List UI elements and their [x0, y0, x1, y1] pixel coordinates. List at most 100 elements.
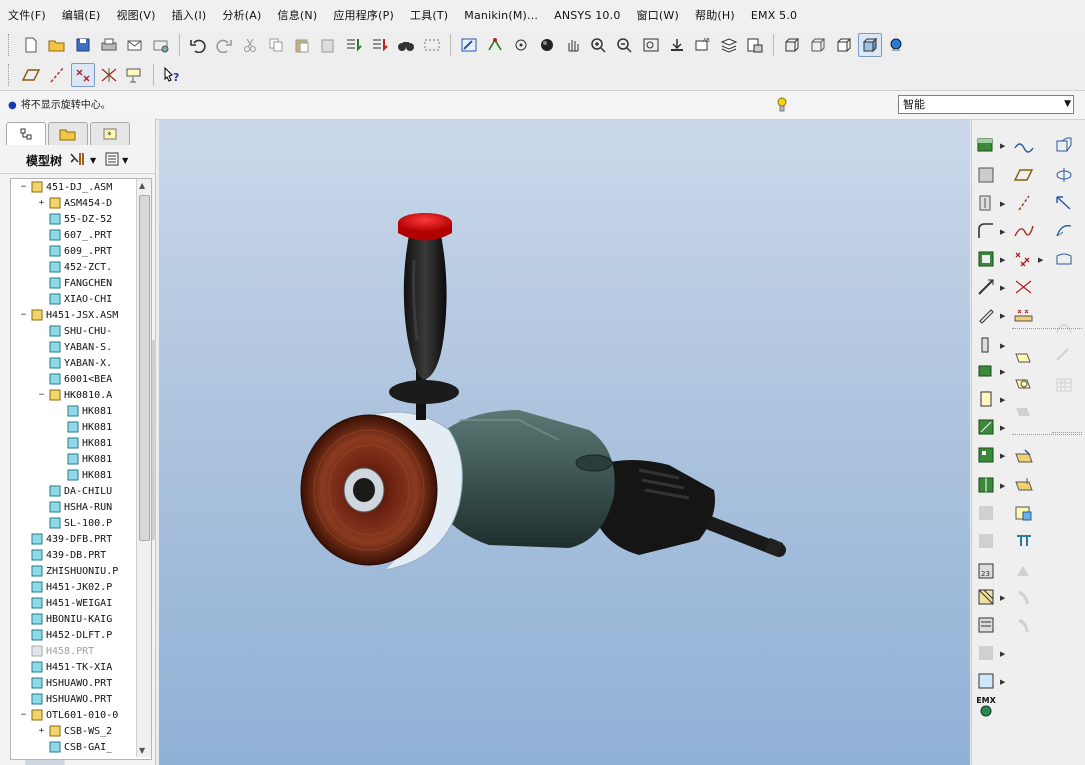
solidify-tool-button[interactable]	[974, 614, 998, 636]
tree-item[interactable]: H451-JK02.P	[11, 579, 135, 595]
tree-item[interactable]: H452-DLFT.P	[11, 627, 135, 643]
open-button[interactable]	[45, 33, 69, 57]
sweep-tool-button[interactable]	[974, 388, 998, 410]
paste-button[interactable]	[290, 33, 314, 57]
context-help-button[interactable]: ?	[160, 63, 184, 87]
tree-item[interactable]: 439-DB.PRT	[11, 547, 135, 563]
hidden-line-button[interactable]	[806, 33, 830, 57]
sketch-tool-button[interactable]	[974, 134, 998, 156]
copy-paste-feature-button[interactable]	[1012, 348, 1036, 370]
tree-item[interactable]: HK081	[11, 419, 135, 435]
tree-item[interactable]: HK081	[11, 451, 135, 467]
expand-icon[interactable]: +	[37, 198, 46, 208]
save-button[interactable]	[71, 33, 95, 57]
pan-button[interactable]	[561, 33, 585, 57]
regenerate-button[interactable]	[342, 33, 366, 57]
datum-plane-display-button[interactable]	[19, 63, 43, 87]
tree-item[interactable]: HSHUAWO.PRT	[11, 675, 135, 691]
orient-mode-button[interactable]	[509, 33, 533, 57]
menu-view[interactable]: 视图(V)	[116, 7, 155, 23]
tree-item[interactable]: YABAN-X.	[11, 355, 135, 371]
graphics-viewport[interactable]	[159, 120, 970, 765]
model-tree-settings-button[interactable]	[884, 33, 908, 57]
coordinate-system-display-button[interactable]	[97, 63, 121, 87]
flyout-arrow-icon[interactable]: ▶	[1000, 256, 1005, 264]
style-surface-button[interactable]	[1052, 220, 1076, 242]
draft-tool-button[interactable]	[974, 304, 998, 326]
tab-folder-browser[interactable]	[48, 122, 88, 145]
tree-item[interactable]: HK081	[11, 435, 135, 451]
toolbar-grip[interactable]	[8, 64, 12, 86]
tree-item[interactable]: HSHA-RUN	[11, 499, 135, 515]
round-tool-button[interactable]	[974, 220, 998, 242]
panel-resize-sash[interactable]	[152, 340, 156, 540]
selection-filter-select[interactable]: 智能 ▼	[898, 95, 1074, 114]
flyout-arrow-icon[interactable]: ▶	[1000, 678, 1005, 686]
datum-point-display-button[interactable]	[71, 63, 95, 87]
collapse-icon[interactable]: −	[19, 182, 28, 192]
scrollbar-thumb[interactable]	[139, 195, 150, 541]
annotation-display-button[interactable]	[123, 63, 147, 87]
print-button[interactable]	[97, 33, 121, 57]
tree-item[interactable]: SL-100.P	[11, 515, 135, 531]
menu-tools[interactable]: 工具(T)	[410, 7, 448, 23]
repaint-button[interactable]	[457, 33, 481, 57]
refit-button[interactable]	[639, 33, 663, 57]
tree-item[interactable]: − OTL601-010-0	[11, 707, 135, 723]
undo-button[interactable]	[186, 33, 210, 57]
coordinate-system-button[interactable]	[1012, 276, 1036, 298]
trim-tool-button[interactable]	[974, 530, 998, 552]
menu-info[interactable]: 信息(N)	[278, 7, 318, 23]
menu-manikin[interactable]: Manikin(M)...	[464, 9, 538, 22]
expand-icon[interactable]: +	[37, 726, 46, 736]
merge-feature-button[interactable]	[1012, 530, 1036, 552]
tab-favorites[interactable]: *	[90, 122, 130, 145]
menu-emx[interactable]: EMX 5.0	[751, 9, 797, 22]
tree-item[interactable]: H451-TK-XIA	[11, 659, 135, 675]
horizontal-scrollbar[interactable]	[25, 760, 65, 765]
tree-item[interactable]: − HK0810.A	[11, 387, 135, 403]
tree-item[interactable]: HK081	[11, 467, 135, 483]
flyout-arrow-icon[interactable]: ▶	[1000, 228, 1005, 236]
protrusion-button[interactable]	[974, 164, 998, 186]
collapse-icon[interactable]: −	[19, 310, 28, 320]
tree-item[interactable]: − 451-DJ_.ASM	[11, 179, 135, 195]
tree-item[interactable]: 452-ZCT.	[11, 259, 135, 275]
menu-edit[interactable]: 编辑(E)	[62, 7, 101, 23]
show-arrow[interactable]: ▼	[122, 156, 128, 165]
zoom-in-button[interactable]	[587, 33, 611, 57]
tree-item[interactable]: HK081	[11, 403, 135, 419]
mirror-tool-button[interactable]	[974, 474, 998, 496]
zoom-out-button[interactable]	[613, 33, 637, 57]
tree-settings-arrow[interactable]: ▼	[90, 156, 96, 165]
model-tree-scrollbar[interactable]: ▲ ▼	[136, 179, 151, 757]
flyout-arrow-icon[interactable]: ▶	[1000, 482, 1005, 490]
intersect-feature-button[interactable]	[1012, 374, 1036, 396]
tree-item[interactable]: + CSB-WS_2	[11, 723, 135, 739]
shell-tool-button[interactable]	[974, 248, 998, 270]
pattern-tool-button[interactable]	[974, 444, 998, 466]
revolve-tool-button[interactable]	[974, 360, 998, 382]
mesh-surface-button[interactable]	[1052, 374, 1076, 396]
extend-feature-button[interactable]	[1012, 560, 1036, 582]
sketched-curve-button[interactable]	[1012, 220, 1036, 242]
layers-button[interactable]	[717, 33, 741, 57]
flyout-arrow-icon[interactable]: ▶	[1000, 368, 1005, 376]
flyout-arrow-icon[interactable]: ▶	[1000, 142, 1005, 150]
tab-model-tree[interactable]	[6, 122, 46, 145]
tree-item[interactable]: 439-DFB.PRT	[11, 531, 135, 547]
status-light[interactable]	[776, 96, 788, 117]
offset-tool-button[interactable]: 23	[974, 560, 998, 582]
tree-item[interactable]: SHU-CHU-	[11, 323, 135, 339]
collapse-icon[interactable]: −	[37, 390, 46, 400]
view-manager-button[interactable]	[743, 33, 767, 57]
no-hidden-button[interactable]	[832, 33, 856, 57]
menu-file[interactable]: 文件(F)	[8, 7, 46, 23]
variable-section-sweep-button[interactable]	[1052, 164, 1076, 186]
shading-button[interactable]	[858, 33, 882, 57]
paste-special-button[interactable]	[316, 33, 340, 57]
copy-button[interactable]	[264, 33, 288, 57]
angle-grinder-model[interactable]	[159, 120, 970, 765]
menu-applications[interactable]: 应用程序(P)	[333, 7, 394, 23]
surface-analysis-button[interactable]	[1052, 344, 1076, 366]
